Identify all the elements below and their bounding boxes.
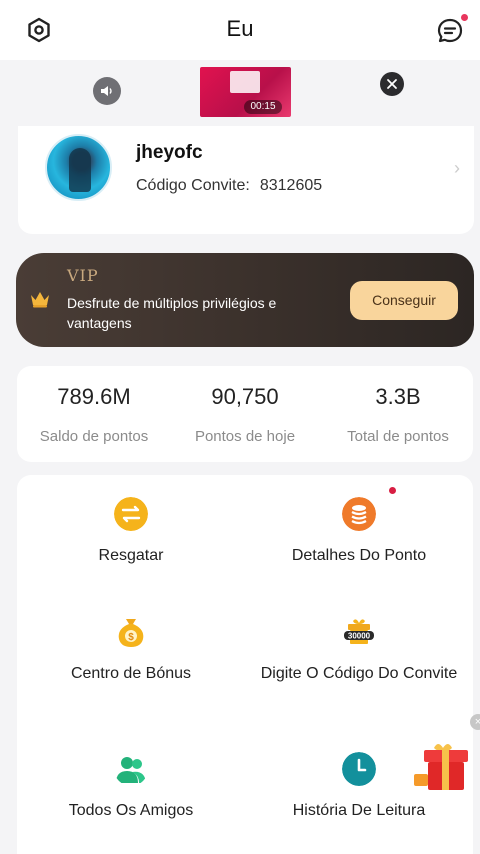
invite-code-value: 8312605 (259, 177, 323, 194)
friends-icon (116, 757, 146, 783)
menu-item-label: Digite O Código Do Convite (260, 665, 458, 682)
stat-label: Pontos de hoje (194, 428, 296, 445)
menu-item-label: Centro de Bónus (70, 665, 192, 682)
vip-description: Desfrute de múltiplos privilégios e vant… (67, 295, 277, 331)
menu-item-label: História De Leitura (292, 802, 426, 819)
ad-banner: 00:15 (0, 60, 480, 126)
money-bag-icon: $ (118, 619, 144, 647)
ad-thumbnail (230, 71, 260, 93)
svg-text:$: $ (128, 632, 134, 643)
close-icon[interactable]: × (470, 714, 480, 730)
menu-item-label: Resgatar (98, 547, 164, 564)
stat-total[interactable]: 3.3B Total de pontos (323, 384, 473, 445)
crown-icon (31, 292, 49, 308)
menu-item-redeem[interactable]: Resgatar (17, 497, 245, 566)
invite-code-label: Código Convite: (136, 177, 250, 194)
notification-dot (461, 14, 468, 21)
menu-item-bonus-center[interactable]: $ Centro de Bónus (17, 615, 245, 684)
gift-box-icon[interactable] (412, 738, 474, 794)
menu-item-label: Todos Os Amigos (68, 802, 194, 819)
page-title: Eu (226, 16, 254, 41)
vip-get-button[interactable]: Conseguir (350, 281, 458, 320)
exchange-icon (114, 497, 148, 531)
stat-today[interactable]: 90,750 Pontos de hoje (170, 384, 320, 445)
stat-value: 90,750 (211, 384, 279, 409)
vip-banner[interactable]: VIP Desfrute de múltiplos privilégios e … (16, 253, 474, 347)
stat-balance[interactable]: 789.6M Saldo de pontos (19, 384, 169, 445)
stat-value: 789.6M (57, 384, 131, 409)
coins-stack-icon (342, 497, 376, 531)
invite-code-row: Código Convite: 8312605 (136, 177, 322, 195)
stat-label: Saldo de pontos (39, 428, 149, 445)
gift-badge-text: 30000 (348, 632, 371, 641)
username: jheyofc (136, 142, 203, 163)
volume-icon[interactable] (93, 77, 121, 105)
menu-grid: Resgatar Detalhes Do Ponto $ Centro de B… (17, 475, 473, 854)
vip-title: VIP (67, 266, 99, 285)
clock-icon (342, 752, 376, 786)
badge-dot (389, 487, 396, 494)
profile-card[interactable]: jheyofc Código Convite: 8312605 › (18, 126, 474, 234)
menu-item-label: Detalhes Do Ponto (291, 547, 427, 564)
gift-box-30000-icon: 30000 (344, 619, 374, 644)
close-icon[interactable] (380, 72, 404, 96)
message-icon[interactable] (436, 17, 464, 45)
top-bar: Eu (0, 0, 480, 60)
avatar[interactable] (45, 134, 112, 201)
menu-item-point-details[interactable]: Detalhes Do Ponto (245, 497, 473, 566)
ad-timer: 00:15 (244, 100, 282, 114)
points-summary: 789.6M Saldo de pontos 90,750 Pontos de … (17, 366, 473, 462)
stat-label: Total de pontos (347, 428, 449, 445)
menu-item-invite-code[interactable]: 30000 Digite O Código Do Convite (245, 615, 473, 684)
menu-item-all-friends[interactable]: Todos Os Amigos (17, 752, 245, 821)
ad-video[interactable]: 00:15 (200, 67, 291, 117)
chevron-right-icon[interactable]: › (454, 158, 460, 179)
stat-value: 3.3B (375, 384, 421, 409)
